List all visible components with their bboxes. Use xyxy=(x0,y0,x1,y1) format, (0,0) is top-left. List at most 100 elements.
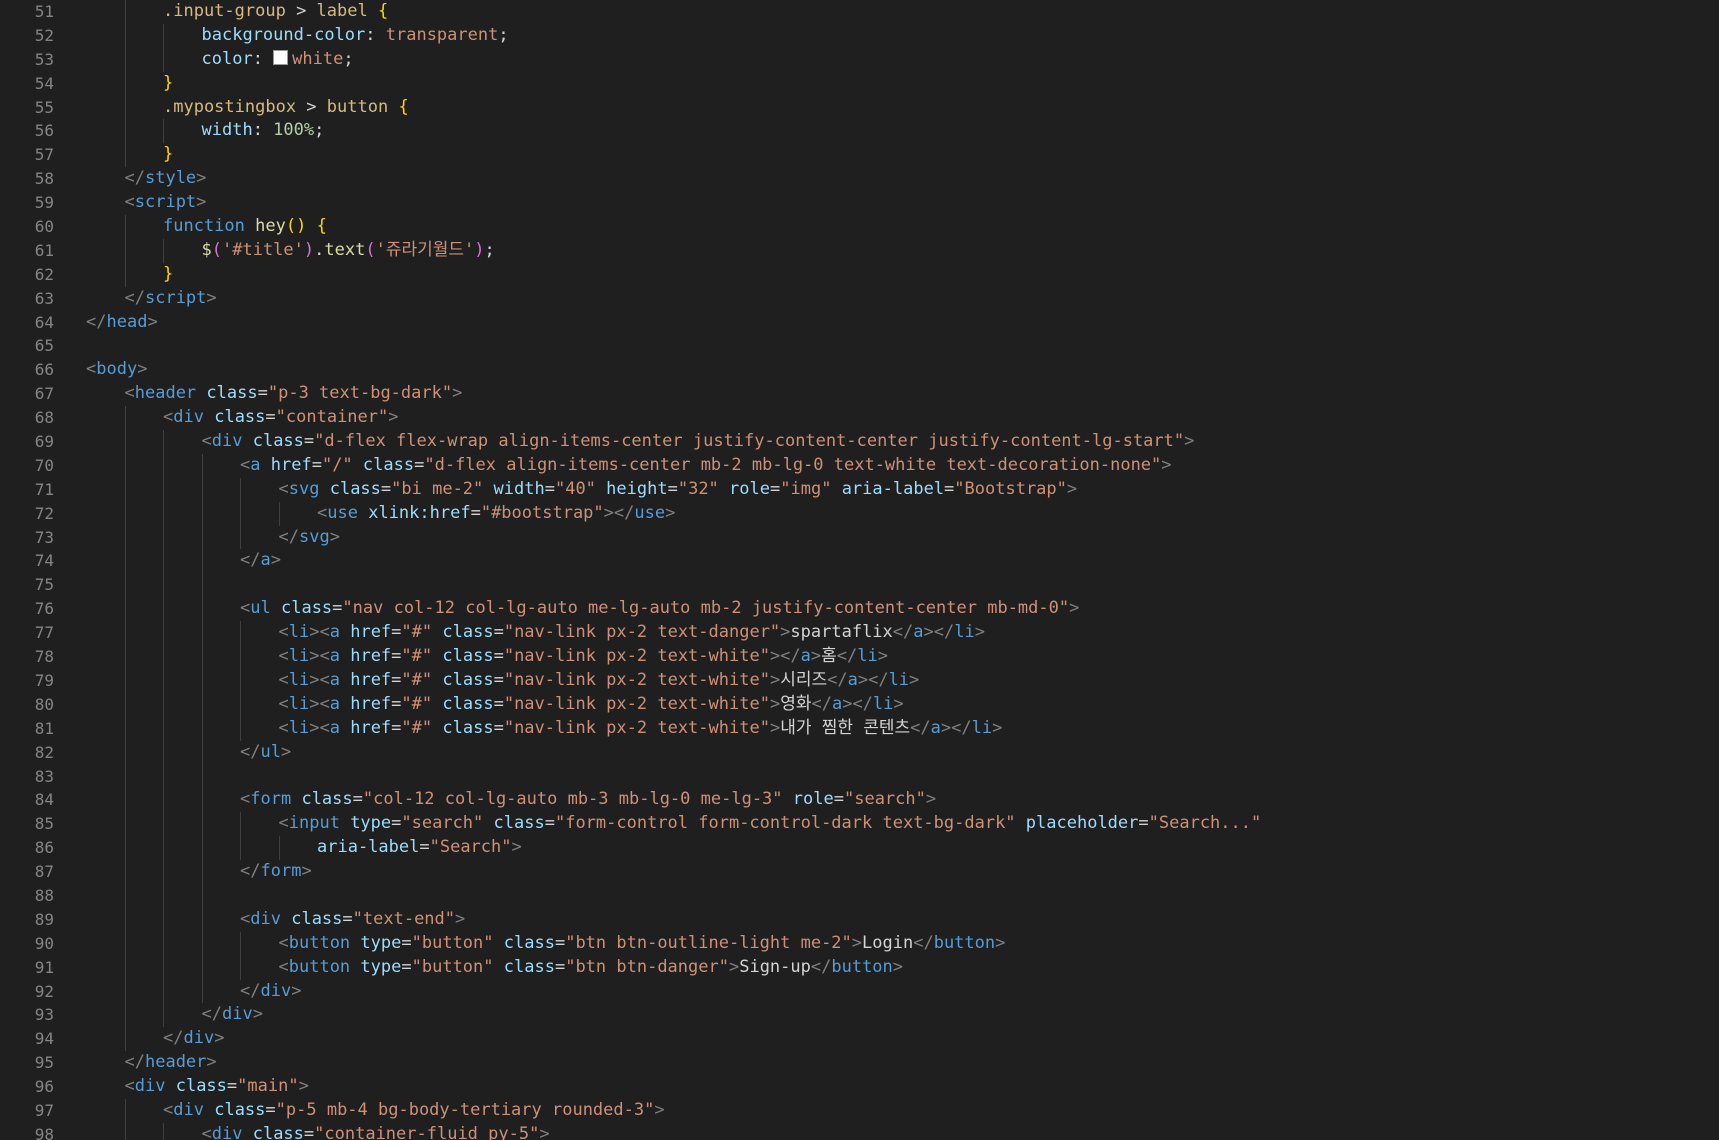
code-text[interactable]: .input-group > label { xyxy=(163,0,388,24)
code-text[interactable]: } xyxy=(163,263,173,287)
code-text[interactable]: </header> xyxy=(125,1051,217,1075)
code-line[interactable]: 85 <input type="search" class="form-contr… xyxy=(0,812,1719,837)
code-line[interactable]: 58 </style> xyxy=(0,167,1719,191)
code-line[interactable]: 84 <form class="col-12 col-lg-auto mb-3 m… xyxy=(0,788,1719,813)
code-text[interactable]: background-color: transparent; xyxy=(202,24,509,48)
code-line[interactable]: 79 <li><a href="#" class="nav-link px-2 t… xyxy=(0,668,1719,693)
code-text[interactable]: </a> xyxy=(240,549,281,573)
code-text[interactable]: .mypostingbox > button { xyxy=(163,96,409,120)
code-line[interactable]: 93 </div> xyxy=(0,1003,1719,1028)
code-line[interactable]: 78 <li><a href="#" class="nav-link px-2 t… xyxy=(0,645,1719,669)
code-line[interactable]: 80 <li><a href="#" class="nav-link px-2 t… xyxy=(0,692,1719,717)
code-text[interactable]: </svg> xyxy=(279,526,340,550)
code-text[interactable]: } xyxy=(163,143,173,167)
code-text[interactable]: </script> xyxy=(125,287,217,311)
code-line[interactable]: 52 background-color: transparent; xyxy=(0,23,1719,48)
code-text[interactable]: </div> xyxy=(163,1027,224,1051)
code-line[interactable]: 55 .mypostingbox > button { xyxy=(0,95,1719,120)
code-text[interactable]: color: white; xyxy=(202,48,354,72)
code-text[interactable]: <header class="p-3 text-bg-dark"> xyxy=(125,382,463,406)
code-line[interactable]: 75 xyxy=(0,573,1719,598)
color-swatch-icon[interactable] xyxy=(273,49,289,65)
code-token: > xyxy=(1161,454,1172,475)
code-text[interactable]: <li><a href="#" class="nav-link px-2 tex… xyxy=(279,645,889,669)
code-text[interactable]: <form class="col-12 col-lg-auto mb-3 mb-… xyxy=(240,788,936,812)
code-line[interactable]: 97 <div class="p-5 mb-4 bg-body-tertiary … xyxy=(0,1098,1719,1123)
code-line[interactable]: 94 </div> xyxy=(0,1027,1719,1052)
code-line[interactable]: 69 <div class="d-flex flex-wrap align-ite… xyxy=(0,430,1719,454)
code-line[interactable]: 59 <script> xyxy=(0,191,1719,215)
code-text[interactable]: </div> xyxy=(240,980,301,1004)
code-text[interactable]: <li><a href="#" class="nav-link px-2 tex… xyxy=(279,621,985,645)
code-text[interactable]: <li><a href="#" class="nav-link px-2 tex… xyxy=(279,717,1003,741)
code-line[interactable]: 54} xyxy=(0,71,1719,96)
code-line[interactable]: 91 <button type="button" class="btn btn-d… xyxy=(0,955,1719,980)
code-text[interactable]: </form> xyxy=(240,860,312,884)
code-line[interactable]: 87 </form> xyxy=(0,860,1719,884)
code-line[interactable]: 73 </svg> xyxy=(0,525,1719,550)
code-line[interactable]: 63 </script> xyxy=(0,287,1719,311)
code-lines[interactable]: 51 .input-group > label {52 background-col… xyxy=(0,0,1719,1140)
code-line[interactable]: 98 <div class="container-fluid py-5"> xyxy=(0,1122,1719,1140)
code-line[interactable]: 81 <li><a href="#" class="nav-link px-2 t… xyxy=(0,716,1719,741)
code-line[interactable]: 57} xyxy=(0,143,1719,168)
code-text[interactable]: <a href="/" class="d-flex align-items-ce… xyxy=(240,454,1172,478)
code-line[interactable]: 68 <div class="container"> xyxy=(0,406,1719,431)
code-token: = xyxy=(667,478,678,499)
code-text[interactable]: <div class="container"> xyxy=(163,406,399,430)
code-line[interactable]: 56 width: 100%; xyxy=(0,119,1719,144)
code-line[interactable]: 71 <svg class="bi me-2" width="40" height… xyxy=(0,477,1719,502)
code-line[interactable]: 74 </a> xyxy=(0,549,1719,574)
code-line[interactable]: 51 .input-group > label { xyxy=(0,0,1719,24)
code-line[interactable]: 83 xyxy=(0,764,1719,789)
code-line[interactable]: 76 <ul class="nav col-12 col-lg-auto me-l… xyxy=(0,597,1719,622)
code-text[interactable]: <input type="search" class="form-control… xyxy=(279,812,1262,836)
code-text[interactable]: } xyxy=(163,72,173,96)
code-text[interactable]: <div class="main"> xyxy=(125,1075,309,1099)
code-line[interactable]: 90 <button type="button" class="btn btn-o… xyxy=(0,931,1719,956)
code-line[interactable]: 82 </ul> xyxy=(0,740,1719,765)
code-line[interactable]: 65 xyxy=(0,334,1719,358)
code-line[interactable]: 70 <a href="/" class="d-flex align-items-… xyxy=(0,453,1719,478)
code-text[interactable]: </ul> xyxy=(240,741,291,765)
code-text[interactable]: <div class="d-flex flex-wrap align-items… xyxy=(202,430,1195,454)
code-text[interactable]: aria-label="Search"> xyxy=(317,836,522,860)
code-text[interactable]: <ul class="nav col-12 col-lg-auto me-lg-… xyxy=(240,597,1079,621)
code-text[interactable]: <div class="p-5 mb-4 bg-body-tertiary ro… xyxy=(163,1099,665,1123)
code-text[interactable]: <div class="container-fluid py-5"> xyxy=(202,1123,550,1140)
code-text[interactable]: <li><a href="#" class="nav-link px-2 tex… xyxy=(279,693,904,717)
code-line[interactable]: 67 <header class="p-3 text-bg-dark"> xyxy=(0,382,1719,406)
code-text[interactable]: </head> xyxy=(86,311,158,335)
code-line[interactable]: 92 </div> xyxy=(0,979,1719,1004)
code-line[interactable]: 72 <use xlink:href="#bootstrap"></use> xyxy=(0,501,1719,526)
code-line[interactable]: 89 <div class="text-end"> xyxy=(0,907,1719,932)
code-text[interactable]: <div class="text-end"> xyxy=(240,908,465,932)
code-line[interactable]: 60 function hey() { xyxy=(0,215,1719,239)
code-line[interactable]: 77 <li><a href="#" class="nav-link px-2 t… xyxy=(0,621,1719,646)
code-editor[interactable]: 51 .input-group > label {52 background-col… xyxy=(0,0,1719,1140)
code-line[interactable]: 62} xyxy=(0,262,1719,287)
code-text[interactable]: <use xlink:href="#bootstrap"></use> xyxy=(317,502,675,526)
code-line[interactable]: 66 <body> xyxy=(0,358,1719,382)
code-line[interactable]: 61 $('#title').text('쥬라기월드'); xyxy=(0,238,1719,263)
code-line[interactable]: 88 xyxy=(0,883,1719,908)
code-text[interactable]: $('#title').text('쥬라기월드'); xyxy=(202,239,495,263)
code-text[interactable]: <button type="button" class="btn btn-dan… xyxy=(279,956,904,980)
code-line[interactable]: 86 aria-label="Search"> xyxy=(0,836,1719,861)
code-text[interactable]: <script> xyxy=(125,191,207,215)
code-line[interactable]: 53 color: white; xyxy=(0,47,1719,72)
code-line[interactable]: 64 </head> xyxy=(0,311,1719,335)
code-line[interactable]: 96 <div class="main"> xyxy=(0,1075,1719,1099)
code-text[interactable]: </div> xyxy=(202,1003,263,1027)
code-text[interactable]: <button type="button" class="btn btn-out… xyxy=(279,932,1006,956)
code-text[interactable]: function hey() { xyxy=(163,215,327,239)
indent-guide xyxy=(124,549,126,574)
code-text[interactable]: </style> xyxy=(125,167,207,191)
code-text[interactable]: width: 100%; xyxy=(202,119,325,143)
code-text[interactable]: <svg class="bi me-2" width="40" height="… xyxy=(279,478,1078,502)
code-text[interactable]: <body> xyxy=(86,358,147,382)
code-line[interactable]: 95 </header> xyxy=(0,1051,1719,1075)
code-text[interactable]: <li><a href="#" class="nav-link px-2 tex… xyxy=(279,669,920,693)
